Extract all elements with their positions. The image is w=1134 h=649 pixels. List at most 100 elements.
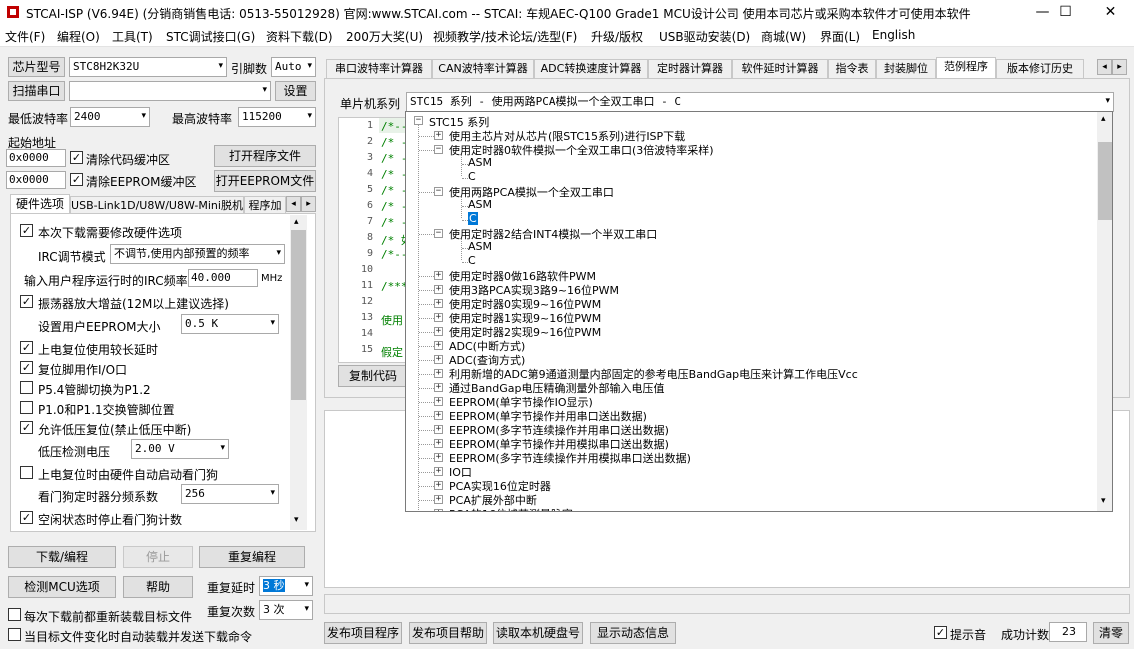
expand-icon[interactable]: + — [434, 341, 443, 350]
menu-program[interactable]: 编程(O) — [57, 28, 100, 45]
menu-english[interactable]: English — [872, 28, 915, 42]
clear-count-button[interactable]: 清零 — [1093, 622, 1129, 644]
p54-switch-checkbox[interactable] — [20, 381, 33, 394]
publish-project-button[interactable]: 发布项目程序 — [324, 622, 402, 644]
scan-port-button[interactable]: 扫描串口 — [8, 81, 65, 101]
menu-file[interactable]: 文件(F) — [5, 28, 45, 45]
auto-reload-checkbox[interactable] — [8, 628, 21, 641]
osc-gain-checkbox[interactable]: ✓ — [20, 295, 33, 308]
idle-wdt-checkbox[interactable]: ✓ — [20, 511, 33, 524]
prompt-sound-checkbox[interactable]: ✓ — [934, 626, 947, 639]
expand-icon[interactable]: + — [434, 131, 443, 140]
tab-scroll-right-icon[interactable]: ▸ — [1112, 59, 1127, 75]
tree-scrollbar[interactable]: ▴ ▾ — [1097, 112, 1112, 511]
collapse-icon[interactable]: − — [434, 145, 443, 154]
maximize-icon[interactable]: ☐ — [1043, 0, 1088, 25]
check-mcu-button[interactable]: 检测MCU选项 — [8, 576, 116, 598]
wdt-hw-checkbox[interactable] — [20, 466, 33, 479]
scroll-down-icon[interactable]: ▾ — [1101, 496, 1106, 506]
tab-example-programs[interactable]: 范例程序 — [936, 57, 996, 79]
stop-button[interactable]: 停止 — [123, 546, 193, 568]
expand-icon[interactable]: + — [434, 285, 443, 294]
port-select[interactable]: ▾ — [69, 81, 271, 101]
clear-eeprom-checkbox[interactable]: ✓ — [70, 173, 83, 186]
reset-io-checkbox[interactable]: ✓ — [20, 361, 33, 374]
tab-package-pins[interactable]: 封装脚位 — [876, 59, 936, 79]
eeprom-size-select[interactable]: 0.5 K ▾ — [181, 314, 279, 334]
tab-can-baud[interactable]: CAN波特率计算器 — [432, 59, 534, 79]
expand-icon[interactable]: + — [434, 313, 443, 322]
lvr-checkbox[interactable]: ✓ — [20, 421, 33, 434]
expand-icon[interactable]: + — [434, 271, 443, 280]
reload-each-checkbox[interactable] — [8, 608, 21, 621]
tab-scroll-left-icon[interactable]: ◂ — [286, 196, 301, 212]
tab-timer-calc[interactable]: 定时器计算器 — [648, 59, 732, 79]
reprogram-button[interactable]: 重复编程 — [199, 546, 305, 568]
open-eeprom-button[interactable]: 打开EEPROM文件 — [214, 170, 316, 192]
collapse-icon[interactable]: − — [434, 187, 443, 196]
tab-scroll-right-icon[interactable]: ▸ — [301, 196, 316, 212]
expand-icon[interactable]: + — [434, 439, 443, 448]
menu-video[interactable]: 视频教学/技术论坛/选型(F) — [433, 28, 577, 45]
expand-icon[interactable]: + — [434, 411, 443, 420]
scroll-up-icon[interactable]: ▴ — [1101, 114, 1106, 124]
menu-usb-driver[interactable]: USB驱动安装(D) — [659, 28, 750, 45]
tree-leaf-item[interactable]: ASM — [468, 240, 492, 253]
tab-scroll-left-icon[interactable]: ◂ — [1097, 59, 1112, 75]
modify-hw-checkbox[interactable]: ✓ — [20, 224, 33, 237]
hw-options-scrollbar[interactable]: ▴ ▾ — [290, 215, 307, 530]
tab-delay-calc[interactable]: 软件延时计算器 — [732, 59, 828, 79]
tab-instruction-table[interactable]: 指令表 — [828, 59, 876, 79]
irc-freq-input[interactable]: 40.000 — [188, 269, 258, 287]
expand-icon[interactable]: + — [434, 453, 443, 462]
series-select[interactable]: STC15 系列 - 使用两路PCA模拟一个全双工串口 - C ▾ — [406, 92, 1114, 112]
tab-hardware-options[interactable]: 硬件选项 — [10, 194, 70, 214]
open-program-button[interactable]: 打开程序文件 — [214, 145, 316, 167]
tree-item[interactable]: PCA的16位捕获测量脉宽 — [449, 506, 573, 511]
max-baud-select[interactable]: 115200 ▾ — [238, 107, 316, 127]
tab-revision-history[interactable]: 版本修订历史 — [996, 59, 1084, 79]
tree-leaf-item[interactable]: ASM — [468, 198, 492, 211]
p10-swap-checkbox[interactable] — [20, 401, 33, 414]
expand-icon[interactable]: + — [434, 425, 443, 434]
expand-icon[interactable]: + — [434, 397, 443, 406]
expand-icon[interactable]: + — [434, 467, 443, 476]
expand-icon[interactable]: + — [434, 327, 443, 336]
tree-leaf-item[interactable]: ASM — [468, 156, 492, 169]
tree-leaf-item[interactable]: C — [468, 212, 478, 225]
clear-code-checkbox[interactable]: ✓ — [70, 151, 83, 164]
collapse-icon[interactable]: − — [434, 229, 443, 238]
expand-icon[interactable]: + — [434, 369, 443, 378]
publish-help-button[interactable]: 发布项目帮助 — [409, 622, 487, 644]
tree-leaf-item[interactable]: C — [468, 170, 476, 183]
tab-uart-baud[interactable]: 串口波特率计算器 — [326, 59, 432, 79]
scrollbar-thumb[interactable] — [291, 230, 306, 400]
show-dynamic-button[interactable]: 显示动态信息 — [590, 622, 676, 644]
lvd-select[interactable]: 2.00 V ▾ — [131, 439, 229, 459]
copy-code-button[interactable]: 复制代码 — [338, 365, 408, 387]
menu-debug[interactable]: STC调试接口(G) — [166, 28, 255, 45]
menu-download[interactable]: 资料下载(D) — [266, 28, 333, 45]
chip-model-select[interactable]: STC8H2K32U ▾ — [69, 57, 227, 77]
expand-icon[interactable]: + — [434, 481, 443, 490]
irc-mode-select[interactable]: 不调节,使用内部预置的频率 ▾ — [110, 244, 285, 264]
pin-count-select[interactable]: Auto ▾ — [271, 57, 316, 77]
example-tree-dropdown[interactable]: − STC15 系列 + 使用主芯片对从芯片(限STC15系列)进行ISP下载 − 使… — [405, 111, 1113, 512]
scrollbar-thumb[interactable] — [1098, 142, 1112, 220]
scroll-down-icon[interactable]: ▾ — [294, 515, 299, 525]
min-baud-select[interactable]: 2400 ▾ — [70, 107, 150, 127]
code-address-input[interactable]: 0x0000 — [6, 149, 66, 167]
long-reset-checkbox[interactable]: ✓ — [20, 341, 33, 354]
chip-model-button[interactable]: 芯片型号 — [8, 57, 65, 77]
menu-mall[interactable]: 商城(W) — [761, 28, 806, 45]
read-disk-button[interactable]: 读取本机硬盘号 — [493, 622, 583, 644]
wdt-div-select[interactable]: 256 ▾ — [181, 484, 279, 504]
eeprom-address-input[interactable]: 0x0000 — [6, 171, 66, 189]
repeat-delay-select[interactable]: 3 秒 ▾ — [259, 576, 313, 596]
tree-leaf-item[interactable]: C — [468, 254, 476, 267]
settings-button[interactable]: 设置 — [275, 81, 316, 101]
repeat-count-select[interactable]: 3 次 ▾ — [259, 600, 313, 620]
expand-icon[interactable]: + — [434, 355, 443, 364]
download-button[interactable]: 下载/编程 — [8, 546, 116, 568]
expand-icon[interactable]: + — [434, 495, 443, 504]
